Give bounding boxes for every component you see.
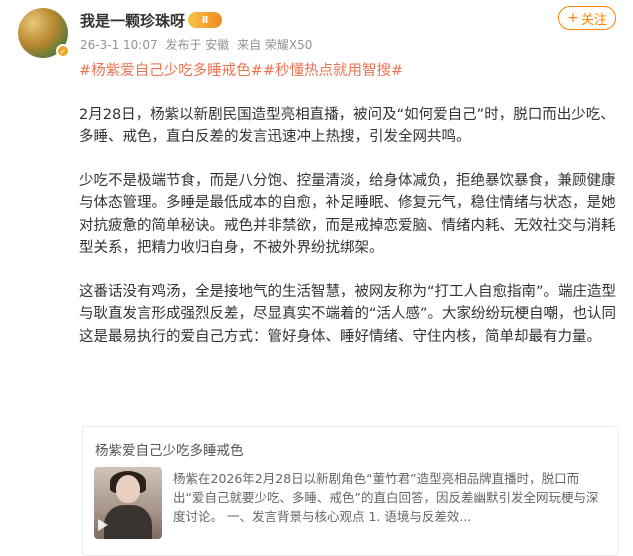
card-title: 杨紫爱自己少吃多睡戒色 <box>95 443 244 459</box>
vip-level-label: Ⅱ <box>201 14 209 26</box>
paragraph: 这番话没有鸡汤，全是接地气的生活智慧，被网友称为“打工人自愈指南”。端庄造型与耿… <box>79 283 617 345</box>
tag-line: #杨紫爱自己少吃多睡戒色##秒懂热点就用智搜# <box>79 60 619 83</box>
username[interactable]: 我是一颗珍珠呀 <box>80 10 185 31</box>
paragraph: 少吃不是极端节食，而是八分饱、控量清淡，给身体减负，拒绝暴饮暴食，兼顾健康与体态… <box>79 172 616 257</box>
post-device: 来自 荣耀X50 <box>237 38 313 52</box>
post-meta: 26-3-1 10:07 发布于 安徽 来自 荣耀X50 <box>80 36 316 53</box>
hashtag-link[interactable]: #杨紫爱自己少吃多睡戒色# <box>79 63 263 79</box>
hashtag-link[interactable]: #秒懂热点就用智搜# <box>263 63 403 79</box>
post-date[interactable]: 26-3-1 10:07 <box>80 38 158 52</box>
plus-icon: + <box>567 10 579 26</box>
post-location: 发布于 安徽 <box>165 38 230 52</box>
vip-level-icon[interactable]: Ⅱ <box>188 12 222 28</box>
link-card[interactable]: 杨紫爱自己少吃多睡戒色 杨紫在2026年2月28日以新剧角色“董竹君”造型亮相品… <box>82 426 619 556</box>
paragraph: 2月28日，杨紫以新剧民国造型亮相直播，被问及“如何爱自己”时，脱口而出少吃、多… <box>79 106 615 146</box>
follow-label: 关注 <box>580 12 607 28</box>
card-summary: 杨紫在2026年2月28日以新剧角色“董竹君”造型亮相品牌直播时，脱口而出“爱自… <box>173 471 599 524</box>
card-thumbnail <box>94 467 162 539</box>
post-content: #杨紫爱自己少吃多睡戒色##秒懂热点就用智搜# 2月28日，杨紫以新剧民国造型亮… <box>79 60 619 348</box>
verified-badge-icon: ✓ <box>56 44 70 58</box>
play-icon <box>98 519 108 531</box>
follow-button[interactable]: + 关注 <box>558 6 616 30</box>
